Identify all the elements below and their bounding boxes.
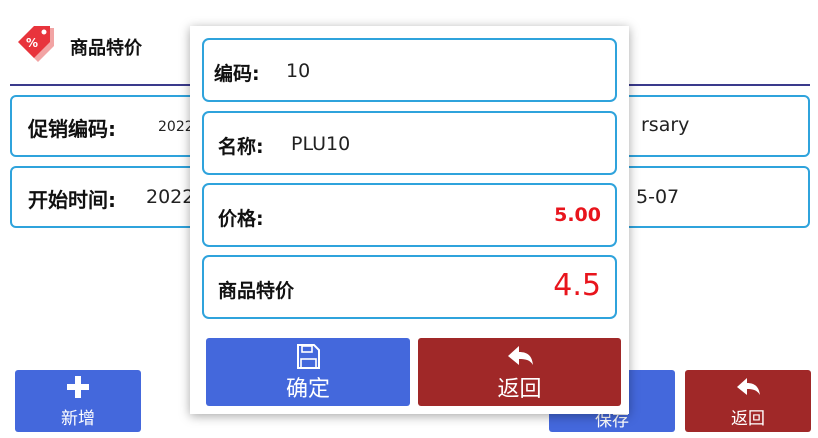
plus-icon xyxy=(67,376,89,398)
dialog-back-button-label: 返回 xyxy=(497,377,542,402)
promo-code-label: 促销编码: xyxy=(28,117,116,141)
confirm-button[interactable]: 确定 xyxy=(206,338,410,406)
reply-arrow-icon xyxy=(737,378,760,395)
start-time-value: 2022 xyxy=(146,186,195,208)
special-price-field[interactable]: 商品特价 4.5 xyxy=(202,255,617,319)
confirm-button-label: 确定 xyxy=(285,377,330,402)
add-button[interactable]: 新增 xyxy=(15,370,141,432)
add-button-label: 新增 xyxy=(61,409,95,429)
product-special-price-dialog: 编码: 10 名称: PLU10 价格: 5.00 商品特价 4.5 确定 返回 xyxy=(190,26,629,414)
save-disk-icon xyxy=(297,344,320,369)
page-title: 商品特价 xyxy=(70,38,142,59)
special-price-input[interactable]: 4.5 xyxy=(553,268,601,303)
special-price-label: 商品特价 xyxy=(218,280,295,302)
price-value: 5.00 xyxy=(554,204,601,226)
name-value: PLU10 xyxy=(291,133,351,155)
code-field[interactable]: 编码: 10 xyxy=(202,38,617,102)
price-label: 价格: xyxy=(218,208,264,230)
price-tag-icon: % xyxy=(18,26,54,62)
name-label: 名称: xyxy=(218,136,264,158)
promo-name-value: rsary xyxy=(641,114,690,136)
price-field[interactable]: 价格: 5.00 xyxy=(202,183,617,247)
back-button-label: 返回 xyxy=(731,409,765,429)
name-field[interactable]: 名称: PLU10 xyxy=(202,111,617,175)
start-time-label: 开始时间: xyxy=(28,188,116,212)
code-label: 编码: xyxy=(214,63,260,85)
code-value: 10 xyxy=(286,60,311,82)
reply-arrow-icon xyxy=(508,346,533,365)
dialog-back-button[interactable]: 返回 xyxy=(418,338,621,406)
back-button[interactable]: 返回 xyxy=(685,370,811,432)
end-time-value: 5-07 xyxy=(636,186,680,208)
svg-text:%: % xyxy=(26,36,38,50)
